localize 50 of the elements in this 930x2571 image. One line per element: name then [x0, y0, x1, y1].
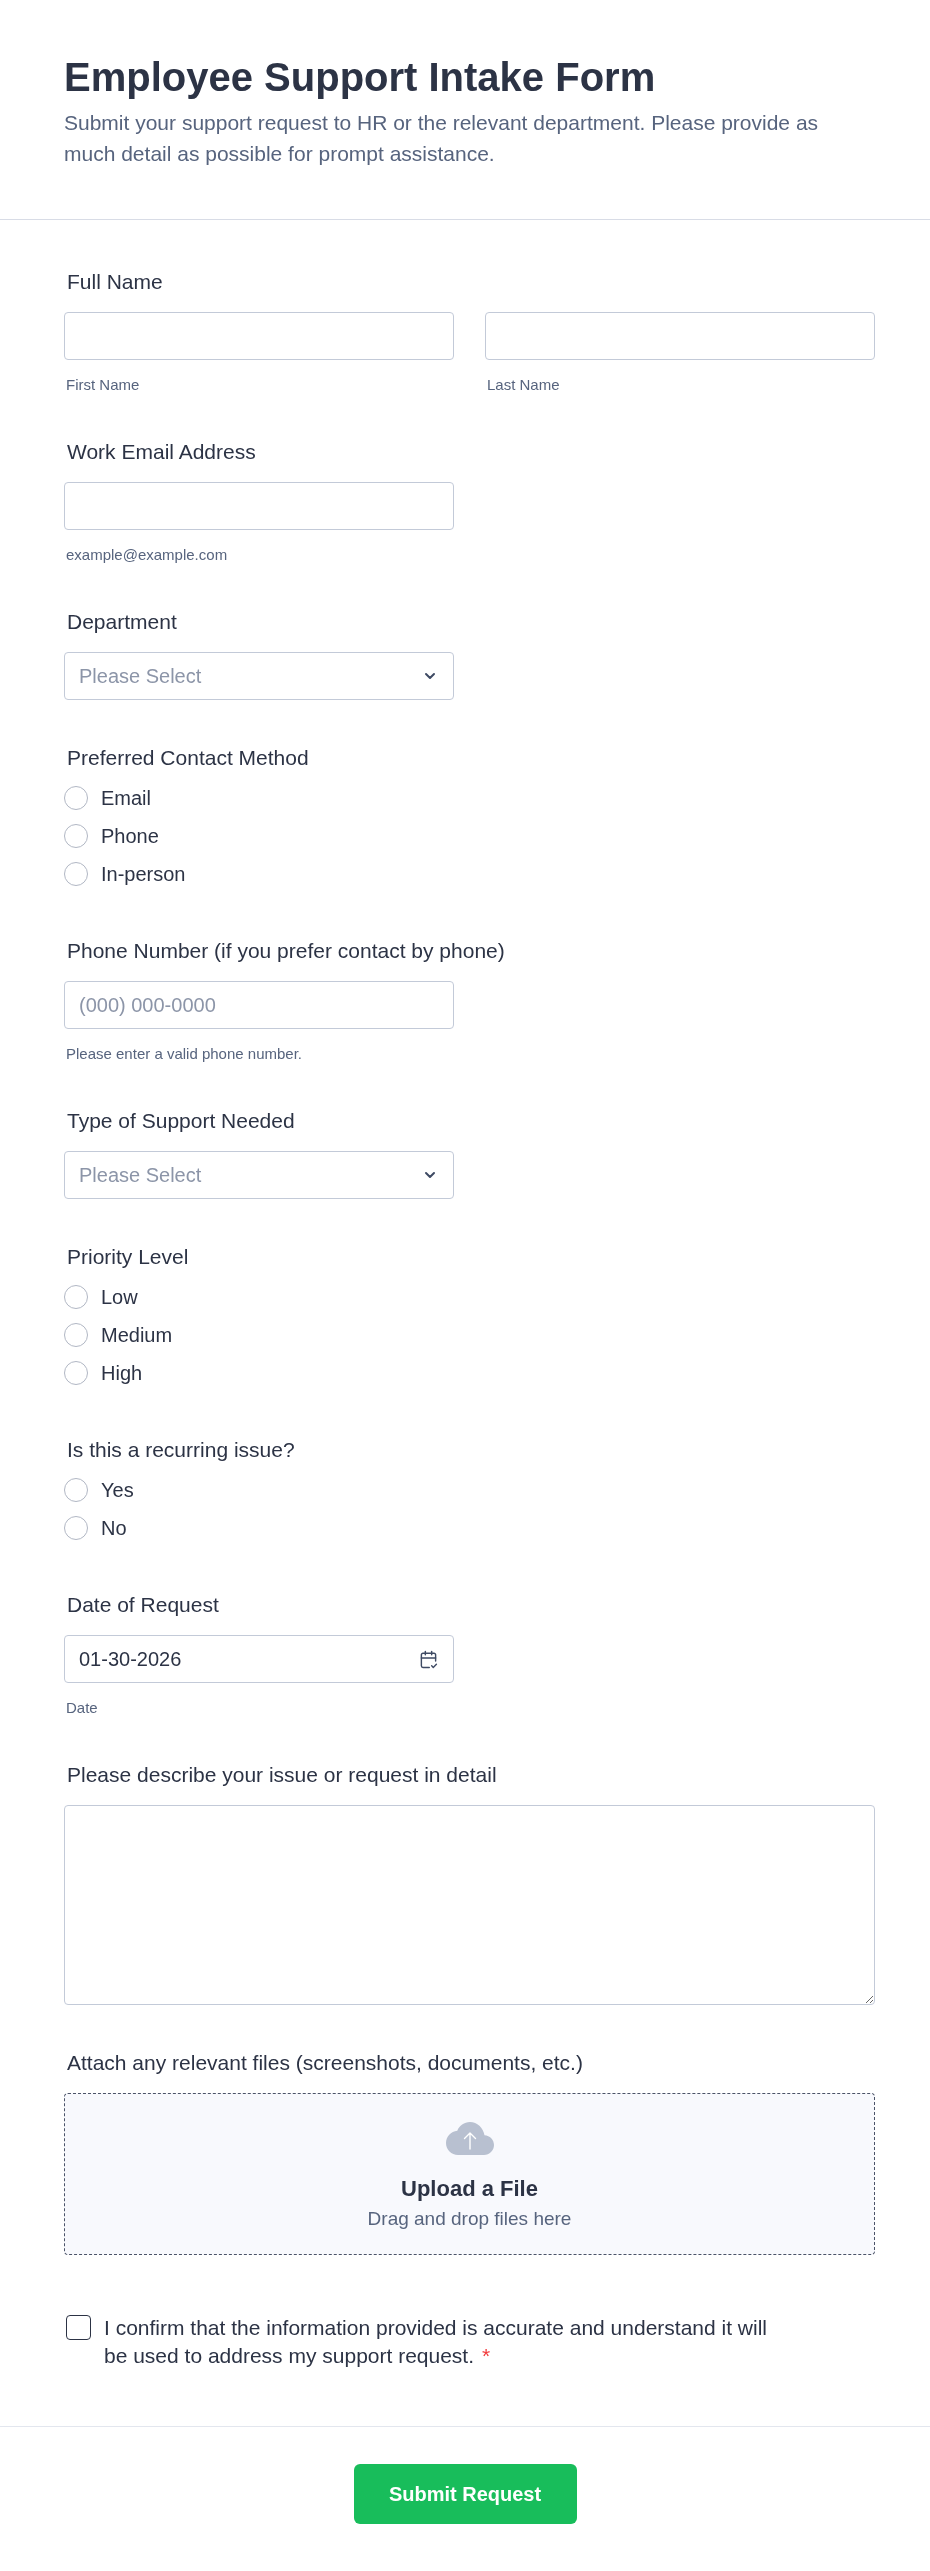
field-sublabel: First Name	[66, 376, 141, 394]
field-label: Priority Level	[67, 1244, 190, 1270]
field-label: Attach any relevant files (screenshots, documents, etc.)	[67, 2050, 584, 2076]
consent-text: I confirm that the information provided is accurate and understand it will be used to address my support request. *	[104, 2315, 768, 2369]
radio-button[interactable]	[64, 1285, 88, 1309]
submit-button[interactable]: Submit Request	[353, 2464, 577, 2524]
field-sublabel: example@example.com	[66, 546, 229, 564]
field-label: Date of Request	[67, 1592, 220, 1618]
field-label: Full Name	[67, 269, 164, 295]
radio-option-label: Low	[101, 1285, 138, 1309]
select-dropdown[interactable]: Please Select	[64, 1151, 454, 1199]
form-description: Submit your support request to HR or the relevant department. Please provide as much detail as possible for prompt assistance.	[64, 110, 820, 167]
upload-hint: Drag and drop files here	[367, 2207, 572, 2231]
calendar-check-icon[interactable]	[419, 1649, 438, 1669]
form-title: Employee Support Intake Form	[64, 54, 656, 101]
field-label: Phone Number (if you prefer contact by phone)	[67, 938, 506, 964]
radio-option-label: In-person	[101, 862, 186, 886]
radio-option-label: High	[101, 1361, 143, 1385]
field-label: Type of Support Needed	[67, 1108, 296, 1134]
field-label: Department	[67, 609, 178, 635]
field-sublabel: Please enter a valid phone number.	[66, 1045, 303, 1063]
field-label: Please describe your issue or request in detail	[67, 1762, 498, 1788]
select-dropdown[interactable]: Please Select	[64, 652, 454, 700]
field-label: Is this a recurring issue?	[67, 1437, 296, 1463]
text-input[interactable]	[64, 482, 454, 530]
radio-button[interactable]	[64, 1516, 88, 1540]
checkbox[interactable]	[66, 2315, 91, 2340]
field-label: Preferred Contact Method	[67, 745, 310, 771]
field-label: Work Email Address	[67, 439, 257, 465]
radio-button[interactable]	[64, 1361, 88, 1385]
text-input[interactable]	[485, 312, 875, 360]
field-sublabel: Date	[66, 1699, 99, 1717]
radio-option-label: Phone	[101, 824, 159, 848]
radio-option-label: No	[101, 1516, 127, 1540]
text-area[interactable]	[64, 1805, 875, 2005]
field-sublabel: Last Name	[487, 376, 561, 394]
radio-button[interactable]	[64, 862, 88, 886]
radio-option-label: Email	[101, 786, 151, 810]
file-drop-zone[interactable]: Upload a File Drag and drop files here	[64, 2093, 875, 2255]
upload-title: Upload a File	[401, 2175, 538, 2203]
text-input[interactable]	[64, 312, 454, 360]
radio-button[interactable]	[64, 1478, 88, 1502]
cloud-upload-icon	[445, 2122, 494, 2155]
radio-button[interactable]	[64, 1323, 88, 1347]
text-input[interactable]: (000) 000-0000	[64, 981, 454, 1029]
radio-button[interactable]	[64, 824, 88, 848]
radio-option-label: Yes	[101, 1478, 134, 1502]
radio-button[interactable]	[64, 786, 88, 810]
radio-option-label: Medium	[101, 1323, 173, 1347]
date-input[interactable]: 01-30-2026	[64, 1635, 454, 1683]
